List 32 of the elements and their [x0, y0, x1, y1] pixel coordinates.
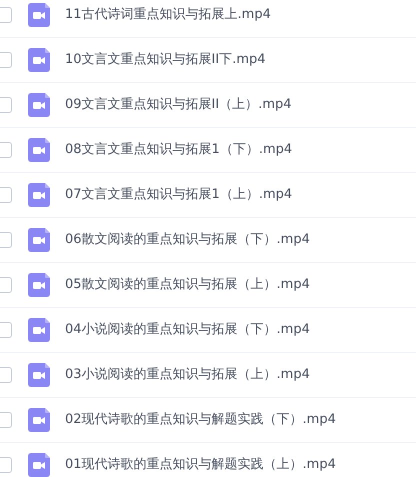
checkbox[interactable] — [0, 412, 12, 428]
checkbox[interactable] — [0, 457, 12, 473]
checkbox[interactable] — [0, 322, 12, 338]
checkbox[interactable] — [0, 142, 12, 158]
file-name[interactable]: 06散文阅读的重点知识与拓展（下）.mp4 — [65, 230, 310, 250]
video-file-icon — [28, 273, 50, 297]
video-file-icon — [28, 408, 50, 432]
video-file-icon — [28, 93, 50, 117]
checkbox[interactable] — [0, 232, 12, 248]
video-file-icon — [28, 228, 50, 252]
file-name[interactable]: 07文言文重点知识与拓展1（上）.mp4 — [65, 185, 292, 205]
file-name[interactable]: 11古代诗词重点知识与拓展上.mp4 — [65, 5, 271, 25]
file-name[interactable]: 04小说阅读的重点知识与拓展（下）.mp4 — [65, 320, 310, 340]
file-name[interactable]: 01现代诗歌的重点知识与解题实践（上）.mp4 — [65, 455, 336, 475]
video-file-icon — [28, 363, 50, 387]
file-name[interactable]: 09文言文重点知识与拓展II（上）.mp4 — [65, 95, 292, 115]
video-file-icon — [28, 318, 50, 342]
video-file-icon — [28, 3, 50, 27]
checkbox[interactable] — [0, 367, 12, 383]
video-file-icon — [28, 48, 50, 72]
checkbox[interactable] — [0, 277, 12, 293]
file-name[interactable]: 02现代诗歌的重点知识与解题实践（下）.mp4 — [65, 410, 336, 430]
file-name[interactable]: 08文言文重点知识与拓展1（下）.mp4 — [65, 140, 292, 160]
file-name[interactable]: 03小说阅读的重点知识与拓展（上）.mp4 — [65, 365, 310, 385]
file-name[interactable]: 10文言文重点知识与拓展II下.mp4 — [65, 50, 266, 70]
checkbox[interactable] — [0, 187, 12, 203]
checkbox[interactable] — [0, 52, 12, 68]
video-file-icon — [28, 138, 50, 162]
video-file-icon — [28, 183, 50, 207]
checkbox[interactable] — [0, 97, 12, 113]
checkbox[interactable] — [0, 7, 12, 23]
file-name[interactable]: 05散文阅读的重点知识与拓展（上）.mp4 — [65, 275, 310, 295]
